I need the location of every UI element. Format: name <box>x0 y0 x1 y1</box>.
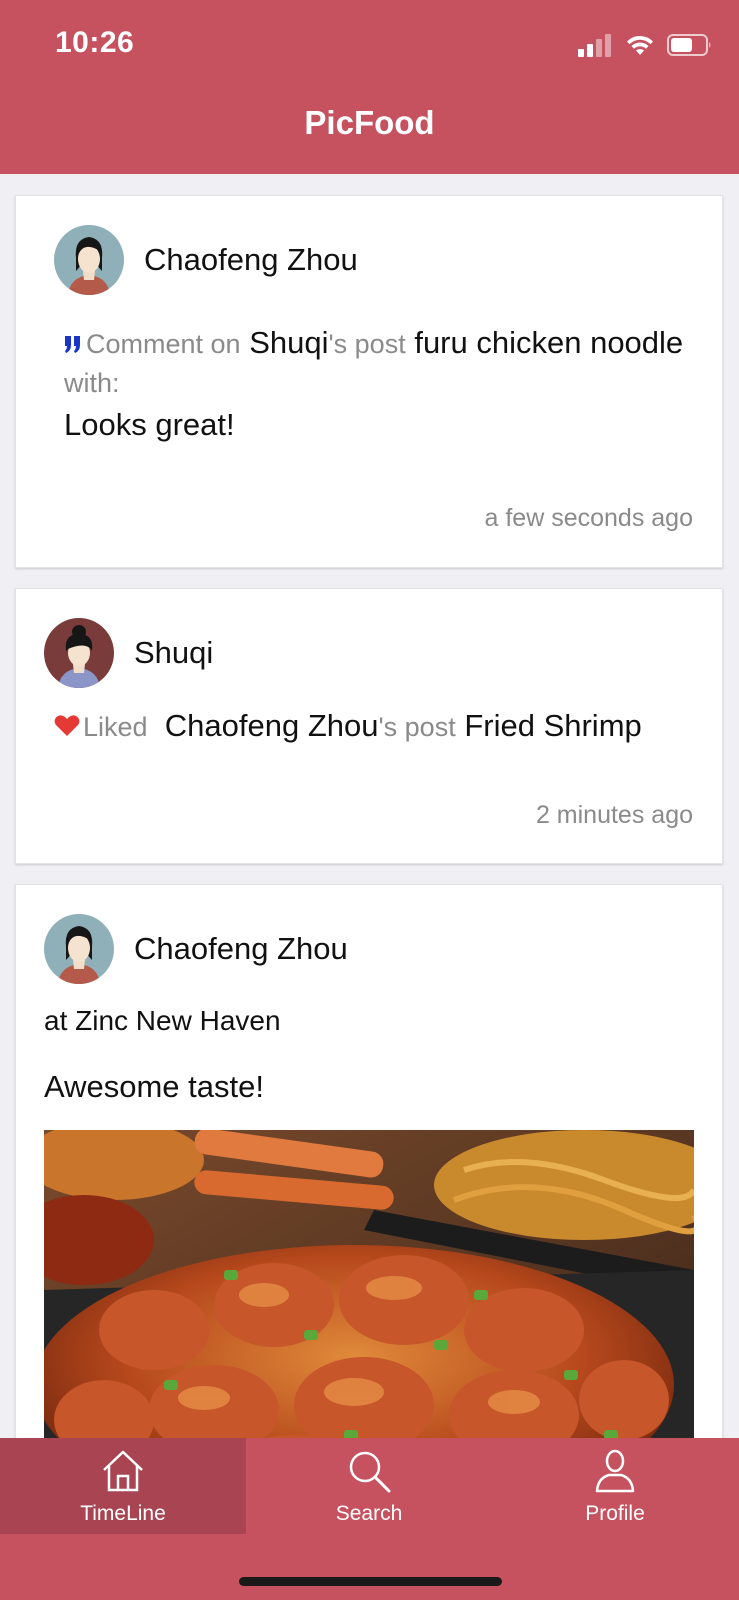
location-text[interactable]: at Zinc New Haven <box>44 1002 281 1040</box>
search-icon <box>349 1451 391 1493</box>
target-user-link[interactable]: Shuqi <box>249 325 328 360</box>
avatar[interactable] <box>44 914 114 984</box>
tab-profile[interactable]: Profile <box>492 1438 738 1534</box>
possessive-text: 's post <box>378 712 456 742</box>
possessive-text: 's post <box>328 329 406 359</box>
status-time: 10:26 <box>55 26 135 59</box>
username[interactable]: Chaofeng Zhou <box>134 931 348 967</box>
timeline-feed[interactable]: Chaofeng Zhou Comment on Shuqi's post fu… <box>0 174 739 1438</box>
home-indicator[interactable] <box>239 1577 502 1586</box>
timestamp: 2 minutes ago <box>535 801 693 829</box>
comment-text: Looks great! <box>64 407 235 442</box>
quote-icon <box>65 336 80 353</box>
username[interactable]: Chaofeng Zhou <box>144 242 358 278</box>
app-title: PicFood <box>304 104 435 141</box>
post-caption: Awesome taste! <box>44 1069 264 1104</box>
tab-search[interactable]: Search <box>246 1438 492 1534</box>
avatar[interactable] <box>44 618 114 688</box>
food-photo-image <box>44 1130 694 1438</box>
avatar[interactable] <box>54 225 124 295</box>
post-link[interactable]: furu chicken noodle <box>414 325 683 360</box>
battery-icon <box>667 34 711 56</box>
activity-text: Liked Chaofeng Zhou's post Fried Shrimp <box>54 707 674 746</box>
heart-icon <box>54 715 80 736</box>
status-icons <box>577 30 713 60</box>
activity-suffix: with: <box>64 368 120 398</box>
tab-label: TimeLine <box>80 1502 166 1525</box>
home-icon <box>103 1450 143 1492</box>
tab-timeline[interactable]: TimeLine <box>0 1438 246 1534</box>
target-user-link[interactable]: Chaofeng Zhou <box>165 708 379 743</box>
tab-bar: TimeLine Search Profile <box>0 1438 739 1600</box>
tab-label: Search <box>335 1502 403 1525</box>
app-header: 10:26 PicFood <box>0 0 739 174</box>
profile-icon <box>595 1449 635 1493</box>
feed-card-like[interactable]: Shuqi Liked Chaofeng Zhou's post Fried S… <box>15 588 723 864</box>
cellular-signal-icon <box>578 34 611 57</box>
timestamp: a few seconds ago <box>484 504 693 532</box>
activity-prefix: Liked <box>83 712 148 742</box>
wifi-icon <box>627 35 653 55</box>
tab-label: Profile <box>585 1502 645 1525</box>
post-link[interactable]: Fried Shrimp <box>464 708 641 743</box>
activity-prefix: Comment on <box>86 329 241 359</box>
feed-card-comment[interactable]: Chaofeng Zhou Comment on Shuqi's post fu… <box>15 195 723 568</box>
food-photo[interactable] <box>44 1130 694 1438</box>
feed-card-post[interactable]: Chaofeng Zhou at Zinc New Haven Awesome … <box>15 884 723 1438</box>
username[interactable]: Shuqi <box>134 635 213 671</box>
activity-text: Comment on Shuqi's post furu chicken noo… <box>64 324 684 402</box>
